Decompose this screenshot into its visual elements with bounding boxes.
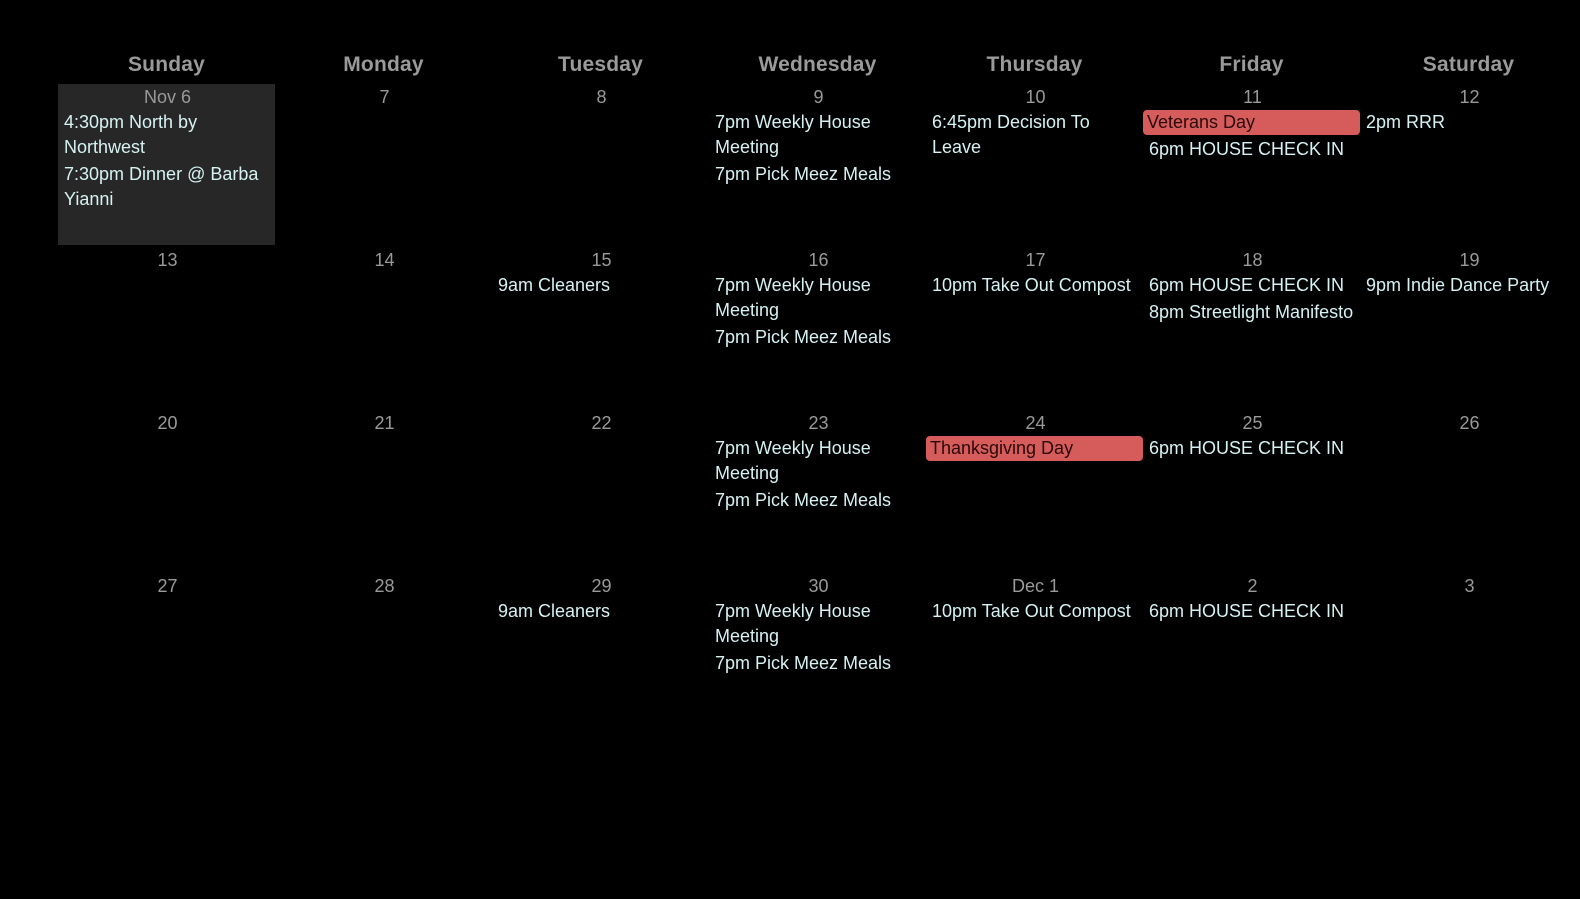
day-number: 9 xyxy=(813,87,824,107)
calendar-event[interactable]: 2pm RRR xyxy=(1366,110,1573,135)
calendar-event[interactable]: 8pm Streetlight Manifesto xyxy=(1149,300,1356,325)
day-cell[interactable]: 14 xyxy=(275,247,492,410)
day-number: 8 xyxy=(596,87,607,107)
calendar-event[interactable]: 4:30pm North by Northwest xyxy=(64,110,271,160)
day-number: 20 xyxy=(157,413,178,433)
day-cell[interactable]: 12 2pm RRR xyxy=(1360,84,1577,247)
day-cell[interactable]: 18 6pm HOUSE CHECK IN 8pm Streetlight Mani… xyxy=(1143,247,1360,410)
day-cell[interactable]: 23 7pm Weekly House Meeting 7pm Pick Meez … xyxy=(709,410,926,573)
day-number: 15 xyxy=(591,250,612,270)
calendar-event[interactable]: 7pm Pick Meez Meals xyxy=(715,651,922,676)
weekday-header-saturday: Saturday xyxy=(1422,53,1515,76)
calendar-event[interactable]: 10pm Take Out Compost xyxy=(932,599,1139,624)
day-number: 28 xyxy=(374,576,395,596)
day-number: 19 xyxy=(1459,250,1480,270)
day-number: 22 xyxy=(591,413,612,433)
month-calendar: Sunday Monday Tuesday Wednesday Thursday… xyxy=(58,52,1578,899)
day-number: 29 xyxy=(591,576,612,596)
day-cell[interactable]: 28 xyxy=(275,573,492,736)
day-cell[interactable]: 30 7pm Weekly House Meeting 7pm Pick Meez … xyxy=(709,573,926,736)
day-cell[interactable]: 17 10pm Take Out Compost xyxy=(926,247,1143,410)
calendar-event[interactable]: 9am Cleaners xyxy=(498,599,705,624)
day-number: 18 xyxy=(1242,250,1263,270)
day-number: 12 xyxy=(1459,87,1480,107)
calendar-event[interactable]: 7pm Weekly House Meeting xyxy=(715,273,922,323)
weekday-header-wednesday: Wednesday xyxy=(758,53,877,76)
day-number: 14 xyxy=(374,250,395,270)
day-number: Dec 1 xyxy=(1011,576,1060,596)
day-cell[interactable]: 11 Veterans Day 6pm HOUSE CHECK IN xyxy=(1143,84,1360,247)
calendar-event[interactable]: 6pm HOUSE CHECK IN xyxy=(1149,137,1356,162)
calendar-event[interactable]: 6pm HOUSE CHECK IN xyxy=(1149,436,1356,461)
day-number: 27 xyxy=(157,576,178,596)
day-cell[interactable]: 3 xyxy=(1360,573,1577,736)
day-cell[interactable]: 24 Thanksgiving Day xyxy=(926,410,1143,573)
day-number: 13 xyxy=(157,250,178,270)
day-cell[interactable]: 27 xyxy=(58,573,275,736)
day-cell[interactable]: 25 6pm HOUSE CHECK IN xyxy=(1143,410,1360,573)
weekday-header-tuesday: Tuesday xyxy=(557,53,644,76)
weekday-header-row: Sunday Monday Tuesday Wednesday Thursday… xyxy=(58,52,1578,84)
day-number: 16 xyxy=(808,250,829,270)
calendar-event[interactable]: 6:45pm Decision To Leave xyxy=(932,110,1139,160)
day-number: 30 xyxy=(808,576,829,596)
day-cell[interactable]: Dec 1 10pm Take Out Compost xyxy=(926,573,1143,736)
day-cell[interactable]: 19 9pm Indie Dance Party xyxy=(1360,247,1577,410)
day-cell[interactable]: 7 xyxy=(275,84,492,247)
day-number: 2 xyxy=(1247,576,1258,596)
day-cell[interactable]: 15 9am Cleaners xyxy=(492,247,709,410)
day-cell[interactable]: 21 xyxy=(275,410,492,573)
calendar-event[interactable]: 9pm Indie Dance Party xyxy=(1366,273,1573,298)
day-number: 11 xyxy=(1243,87,1262,107)
day-number: 3 xyxy=(1464,576,1475,596)
day-number: 23 xyxy=(808,413,829,433)
day-number: 17 xyxy=(1025,250,1046,270)
calendar-event[interactable]: 7pm Pick Meez Meals xyxy=(715,162,922,187)
weekday-header-monday: Monday xyxy=(343,53,424,76)
day-number: 10 xyxy=(1025,87,1046,107)
calendar-event[interactable]: 9am Cleaners xyxy=(498,273,705,298)
weekday-header-sunday: Sunday xyxy=(127,53,206,76)
calendar-event[interactable]: 6pm HOUSE CHECK IN xyxy=(1149,273,1356,298)
day-number: Nov 6 xyxy=(143,87,192,107)
calendar-event[interactable]: 7pm Weekly House Meeting xyxy=(715,110,922,160)
day-cell-today[interactable]: Nov 6 4:30pm North by Northwest 7:30pm Din… xyxy=(58,84,275,245)
day-cell[interactable]: 2 6pm HOUSE CHECK IN xyxy=(1143,573,1360,736)
day-cell[interactable]: 29 9am Cleaners xyxy=(492,573,709,736)
day-number: 25 xyxy=(1242,413,1263,433)
calendar-day-grid: Nov 6 4:30pm North by Northwest 7:30pm Din… xyxy=(58,84,1578,899)
holiday-badge[interactable]: Veterans Day xyxy=(1143,110,1360,135)
calendar-event[interactable]: 7pm Weekly House Meeting xyxy=(715,436,922,486)
day-cell[interactable]: 13 xyxy=(58,247,275,410)
calendar-event[interactable]: 7pm Pick Meez Meals xyxy=(715,325,922,350)
day-number: 24 xyxy=(1025,413,1046,433)
holiday-badge[interactable]: Thanksgiving Day xyxy=(926,436,1143,461)
calendar-event[interactable]: 7pm Weekly House Meeting xyxy=(715,599,922,649)
day-cell[interactable]: 22 xyxy=(492,410,709,573)
day-cell[interactable]: 9 7pm Weekly House Meeting 7pm Pick Meez M… xyxy=(709,84,926,247)
weekday-header-friday: Friday xyxy=(1219,53,1284,76)
calendar-event[interactable]: 7:30pm Dinner @ Barba Yianni xyxy=(64,162,271,212)
day-number: 7 xyxy=(379,87,390,107)
day-number: 26 xyxy=(1459,413,1480,433)
calendar-event[interactable]: 6pm HOUSE CHECK IN xyxy=(1149,599,1356,624)
day-cell[interactable]: 26 xyxy=(1360,410,1577,573)
day-cell[interactable]: 8 xyxy=(492,84,709,247)
day-cell[interactable]: 16 7pm Weekly House Meeting 7pm Pick Meez … xyxy=(709,247,926,410)
day-number: 21 xyxy=(374,413,395,433)
calendar-event[interactable]: 10pm Take Out Compost xyxy=(932,273,1139,298)
day-cell[interactable]: 20 xyxy=(58,410,275,573)
calendar-event[interactable]: 7pm Pick Meez Meals xyxy=(715,488,922,513)
day-cell[interactable]: 10 6:45pm Decision To Leave xyxy=(926,84,1143,247)
weekday-header-thursday: Thursday xyxy=(986,53,1083,76)
